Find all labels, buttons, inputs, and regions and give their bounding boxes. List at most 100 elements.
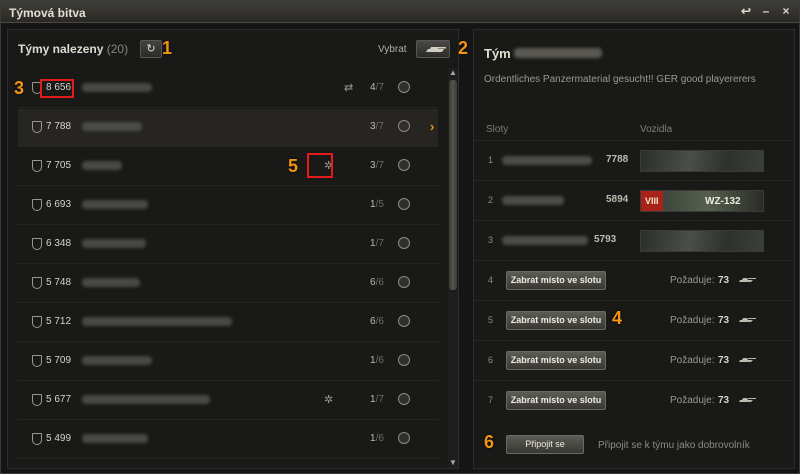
teams-header: Týmy nalezeny (20) ↻ Vybrat <box>8 30 458 68</box>
tank-icon <box>739 398 756 402</box>
vehicle-name: WZ-132 <box>705 196 741 207</box>
teams-found-title: Týmy nalezeny (20) <box>18 42 129 56</box>
shield-icon <box>32 433 42 445</box>
team-players: 1/5 <box>370 199 384 210</box>
callout-4: 4 <box>612 308 623 328</box>
team-name-redacted <box>82 83 152 92</box>
callout-2: 2 <box>458 38 469 58</box>
take-slot-button[interactable]: Zabrat místo ve slotu <box>506 391 606 410</box>
team-row[interactable]: 5 748 6/6 <box>18 265 438 303</box>
tier-icon <box>398 354 410 366</box>
slot-number: 1 <box>488 155 494 165</box>
scroll-thumb[interactable] <box>449 80 457 290</box>
team-players: 4/7 <box>370 82 384 93</box>
team-players: 1/7 <box>370 394 384 405</box>
vehicle-card: VIII WZ-132 <box>640 190 764 212</box>
team-players: 3/7 <box>370 121 384 132</box>
tier-icon <box>398 393 410 405</box>
window-controls: ↩ – × <box>739 4 793 18</box>
team-name-redacted <box>82 434 148 443</box>
tier-icon <box>398 120 410 132</box>
join-as-volunteer-note: Připojit se k týmu jako dobrovolník <box>598 440 750 451</box>
highlight-icon <box>307 153 333 178</box>
team-detail-panel: Tým Ordentliches Panzermaterial gesucht!… <box>473 29 795 469</box>
callout-5: 5 <box>288 156 299 176</box>
team-row[interactable]: 5 709 1/6 <box>18 343 438 381</box>
requires-label: Požaduje: <box>670 275 715 286</box>
player-rating: 7788 <box>606 154 629 165</box>
take-slot-button[interactable]: Zabrat místo ve slotu <box>506 271 606 290</box>
team-row[interactable]: 7 705 ✲ 3/7 <box>18 148 438 186</box>
select-vehicle-button[interactable] <box>416 40 450 58</box>
tank-icon <box>739 358 756 362</box>
shield-icon <box>32 121 42 133</box>
take-slot-button[interactable]: Zabrat místo ve slotu <box>506 311 606 330</box>
team-players: 1/6 <box>370 433 384 444</box>
team-row[interactable]: 5 677 ✲ 1/7 <box>18 382 438 420</box>
team-players: 3/7 <box>370 160 384 171</box>
tier-icon <box>398 159 410 171</box>
team-row[interactable]: 5 499 1/6 <box>18 421 438 459</box>
refresh-button[interactable]: ↻ <box>140 40 162 58</box>
callout-3: 3 <box>14 78 25 98</box>
clan-icon: ✲ <box>324 394 334 406</box>
shield-icon <box>32 394 42 406</box>
team-name-redacted <box>82 317 232 326</box>
tier-icon <box>398 276 410 288</box>
scroll-up-icon[interactable]: ▲ <box>448 68 458 78</box>
slot-number: 6 <box>488 355 494 365</box>
teams-count: (20) <box>106 42 129 56</box>
team-row[interactable]: 7 788 3/7 › <box>18 109 438 147</box>
team-name-redacted <box>514 48 602 58</box>
teams-list-panel: Týmy nalezeny (20) ↻ Vybrat 8 656 ⇄ 4/7 7 7… <box>7 29 459 469</box>
team-rating: 5 677 <box>46 394 72 405</box>
shield-icon <box>32 316 42 328</box>
minimize-icon[interactable]: – <box>759 4 773 18</box>
team-title: Tým <box>484 46 511 61</box>
team-name-redacted <box>82 161 122 170</box>
team-rating: 5 748 <box>46 277 72 288</box>
scroll-down-icon[interactable]: ▼ <box>448 458 458 468</box>
join-button[interactable]: Připojit se <box>506 435 584 454</box>
team-row[interactable]: 6 348 1/7 <box>18 226 438 264</box>
team-slot: 4 Zabrat místo ve slotu Požaduje: 73 <box>474 260 794 300</box>
slot-number: 5 <box>488 315 494 325</box>
slot-number: 7 <box>488 395 494 405</box>
team-slot: 5 Zabrat místo ve slotu Požaduje: 73 <box>474 300 794 340</box>
team-players: 6/6 <box>370 277 384 288</box>
team-slot: 2 5894 VIII WZ-132 <box>474 180 794 220</box>
team-name-redacted <box>82 278 140 287</box>
team-rating: 6 693 <box>46 199 72 210</box>
requires-value: 73 <box>718 275 730 286</box>
tank-icon <box>739 318 756 322</box>
player-name-redacted <box>502 156 592 165</box>
team-name-redacted <box>82 239 146 248</box>
requires-value: 73 <box>718 395 730 406</box>
requires-value: 73 <box>718 355 730 366</box>
take-slot-button[interactable]: Zabrat místo ve slotu <box>506 351 606 370</box>
team-list: 8 656 ⇄ 4/7 7 788 3/7 › 7 705 ✲ 3/7 6 693 1/5 6 348… <box>18 68 438 470</box>
team-name-redacted <box>82 395 210 404</box>
tier-icon <box>398 81 410 93</box>
tank-icon <box>426 47 446 52</box>
shield-icon <box>32 238 42 250</box>
window-title: Týmová bitva <box>9 6 86 20</box>
team-row[interactable]: 5 712 6/6 <box>18 304 438 342</box>
player-rating: 5894 <box>606 194 629 205</box>
back-icon[interactable]: ↩ <box>739 4 753 18</box>
slots-column-header: Sloty <box>486 124 509 135</box>
close-icon[interactable]: × <box>779 4 793 18</box>
team-row[interactable]: 8 656 ⇄ 4/7 <box>18 70 438 108</box>
team-list-scrollbar[interactable]: ▲ ▼ <box>448 68 458 468</box>
callout-6: 6 <box>484 432 495 452</box>
team-slot: 1 7788 <box>474 140 794 180</box>
team-players: 1/6 <box>370 355 384 366</box>
tier-icon <box>398 432 410 444</box>
requires-label: Požaduje: <box>670 315 715 326</box>
player-name-redacted <box>502 196 564 205</box>
refresh-icon: ↻ <box>146 43 156 55</box>
team-row[interactable]: 6 693 1/5 <box>18 187 438 225</box>
team-name-redacted <box>82 200 148 209</box>
player-rating: 5793 <box>594 234 617 245</box>
team-players: 1/7 <box>370 238 384 249</box>
